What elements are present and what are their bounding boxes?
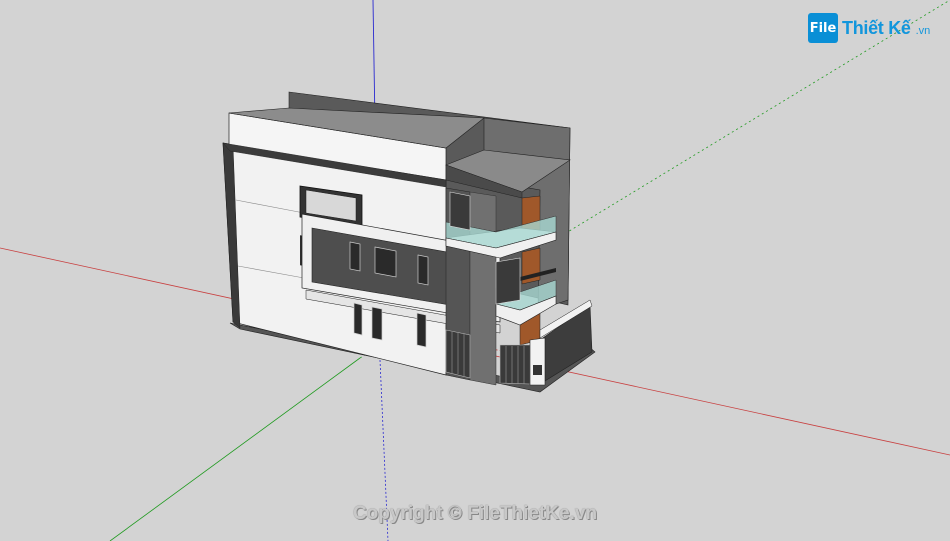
logo-badge: File (808, 13, 838, 43)
mid-window-1 (349, 241, 361, 272)
fence-pillar (529, 337, 546, 386)
model-scene[interactable] (0, 0, 950, 541)
side-stone-column (469, 191, 497, 386)
house-model[interactable] (222, 91, 596, 393)
ground-window-3 (416, 312, 427, 348)
mid-window-2 (374, 246, 397, 278)
gate-right (499, 344, 531, 385)
glass-door-mid (495, 257, 521, 305)
logo-domain: .vn (915, 25, 931, 37)
brand-logo: File Thiết Kế .vn (808, 10, 930, 46)
glass-door-upper (449, 191, 471, 231)
mid-window-3 (417, 254, 429, 286)
house-number-plate (533, 365, 542, 375)
ground-window-2 (371, 306, 383, 341)
ground-window-1 (353, 302, 363, 336)
sketchup-3d-viewport[interactable]: File Thiết Kế .vn Copyright © FileThietK… (0, 0, 950, 541)
logo-name: Thiết Kế (842, 17, 911, 38)
copyright-watermark: Copyright © FileThietKe.vn (352, 503, 598, 524)
